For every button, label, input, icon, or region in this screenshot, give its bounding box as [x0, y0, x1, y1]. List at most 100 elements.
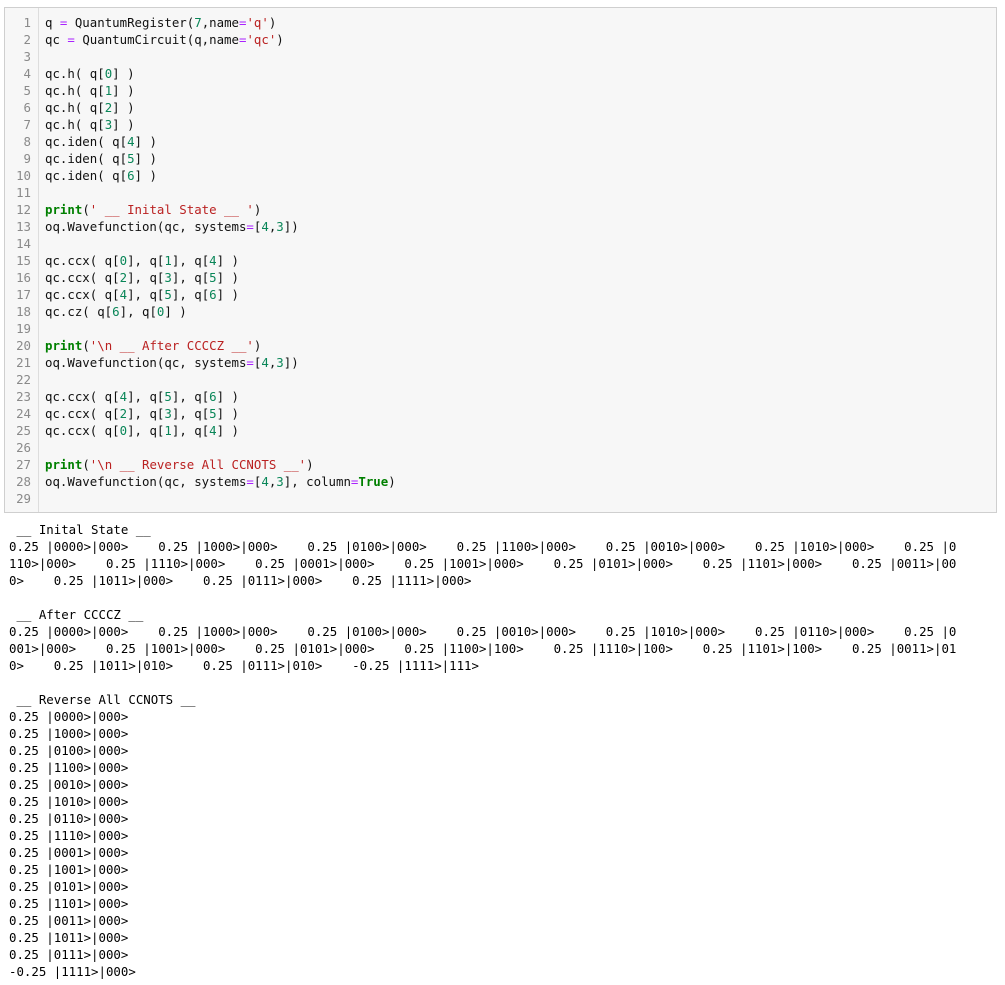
code-token: qc.h( q[	[45, 117, 105, 132]
code-token: )	[388, 474, 396, 489]
code-line[interactable]: 24 qc.ccx( q[2], q[3], q[5] )	[5, 405, 996, 422]
code-line[interactable]: 6 qc.h( q[2] )	[5, 99, 996, 116]
line-number: 15	[16, 253, 31, 268]
code-line[interactable]: 25 qc.ccx( q[0], q[1], q[4] )	[5, 422, 996, 439]
code-token: 3	[276, 474, 284, 489]
output-line: 0> 0.25 |1011>|010> 0.25 |0111>|010> -0.…	[9, 658, 479, 673]
code-token: qc.h( q[	[45, 83, 105, 98]
code-token: ], q[	[171, 253, 210, 268]
line-number: 6	[23, 100, 31, 115]
line-number: 13	[16, 219, 31, 234]
code-line[interactable]: 1 q = QuantumRegister(7,name='q')	[5, 14, 996, 31]
code-editor[interactable]: 1q = QuantumRegister(7,name='q') 2 qc = Qu…	[5, 14, 996, 507]
code-token: qc.iden( q[	[45, 151, 128, 166]
line-number: 11	[16, 185, 31, 200]
line-number: 10	[16, 168, 31, 183]
code-token: ], q[	[127, 389, 165, 404]
code-line[interactable]: 10 qc.iden( q[6] )	[5, 167, 996, 184]
code-line[interactable]: 11	[5, 184, 996, 201]
code-line[interactable]: 22	[5, 371, 996, 388]
code-token: 4	[127, 134, 135, 149]
code-token: ], q[	[171, 270, 210, 285]
line-number: 3	[23, 49, 31, 64]
code-token: 6	[209, 287, 217, 302]
code-line[interactable]: 15 qc.ccx( q[0], q[1], q[4] )	[5, 252, 996, 269]
code-token: ] )	[216, 389, 240, 404]
line-number: 19	[16, 321, 31, 336]
line-number: 17	[16, 287, 31, 302]
code-line[interactable]: 3	[5, 48, 996, 65]
code-token: ] )	[112, 100, 135, 115]
code-line[interactable]: 5 qc.h( q[1] )	[5, 82, 996, 99]
code-line[interactable]: 20 print('\n __ After CCCCZ __')	[5, 337, 996, 354]
code-token: ] )	[216, 406, 240, 421]
code-text: qc.h( q[0] )	[45, 65, 135, 82]
code-token: ] )	[164, 304, 187, 319]
code-line[interactable]: 8 qc.iden( q[4] )	[5, 133, 996, 150]
code-line[interactable]: 17 qc.ccx( q[4], q[5], q[6] )	[5, 286, 996, 303]
code-line[interactable]: 7 qc.h( q[3] )	[5, 116, 996, 133]
code-token: (	[82, 338, 90, 353]
code-token: 'qc'	[246, 32, 277, 47]
code-token: )	[268, 15, 277, 30]
code-line[interactable]: 4 qc.h( q[0] )	[5, 65, 996, 82]
code-token: '\n __ After CCCCZ __'	[89, 338, 254, 353]
code-text: qc.h( q[1] )	[45, 82, 135, 99]
code-line[interactable]: 29	[5, 490, 996, 507]
code-line[interactable]: 23 qc.ccx( q[4], q[5], q[6] )	[5, 388, 996, 405]
output-line: 0.25 |1110>|000>	[9, 828, 129, 843]
code-token: ] )	[216, 253, 240, 268]
code-line[interactable]: 9 qc.iden( q[5] )	[5, 150, 996, 167]
code-token: qc.iden( q[	[45, 134, 128, 149]
code-token: 5	[164, 287, 172, 302]
code-token: 4	[209, 253, 217, 268]
output-line: 0.25 |1011>|000>	[9, 930, 129, 945]
code-line[interactable]: 13 oq.Wavefunction(qc, systems=[4,3])	[5, 218, 996, 235]
line-number: 29	[16, 491, 31, 506]
line-number: 24	[16, 406, 31, 421]
code-line[interactable]: 21 oq.Wavefunction(qc, systems=[4,3])	[5, 354, 996, 371]
line-number: 18	[16, 304, 31, 319]
code-token: print	[45, 457, 83, 472]
code-token: )	[276, 32, 284, 47]
code-token: qc.ccx( q[	[45, 389, 120, 404]
code-token: ], q[	[171, 287, 210, 302]
code-token: 6	[127, 168, 135, 183]
code-token: print	[45, 338, 83, 353]
code-token: ], q[	[171, 389, 210, 404]
code-line[interactable]: 14	[5, 235, 996, 252]
code-text: qc.iden( q[4] )	[45, 133, 157, 150]
code-line[interactable]: 19	[5, 320, 996, 337]
code-cell-input[interactable]: 1q = QuantumRegister(7,name='q') 2 qc = Qu…	[4, 7, 997, 513]
code-token: qc.ccx( q[	[45, 423, 120, 438]
line-number: 5	[23, 83, 31, 98]
line-number: 16	[16, 270, 31, 285]
code-line[interactable]: 27 print('\n __ Reverse All CCNOTS __')	[5, 456, 996, 473]
output-line: 0.25 |1000>|000>	[9, 726, 129, 741]
code-text: oq.Wavefunction(qc, systems=[4,3])	[45, 218, 299, 235]
code-text: qc.iden( q[5] )	[45, 150, 157, 167]
line-number: 23	[16, 389, 31, 404]
code-line[interactable]: 12 print(' __ Inital State __ ')	[5, 201, 996, 218]
output-line: 0.25 |1001>|000>	[9, 862, 129, 877]
code-token: ], q[	[127, 406, 165, 421]
code-text: qc = QuantumCircuit(q,name='qc')	[45, 31, 284, 48]
code-token: 'q'	[246, 15, 269, 30]
code-token: =	[246, 474, 254, 489]
code-line[interactable]: 26	[5, 439, 996, 456]
code-token: qc.h( q[	[45, 66, 105, 81]
code-token: 0	[119, 423, 128, 438]
code-token: 3	[164, 270, 172, 285]
code-token: ], q[	[127, 423, 165, 438]
line-number: 26	[16, 440, 31, 455]
code-line[interactable]: 18 qc.cz( q[6], q[0] )	[5, 303, 996, 320]
code-token: 6	[112, 304, 120, 319]
output-line: 0.25 |0000>|000> 0.25 |1000>|000> 0.25 |…	[9, 539, 957, 554]
output-line: 001>|000> 0.25 |1001>|000> 0.25 |0101>|0…	[9, 641, 957, 656]
code-line[interactable]: 28 oq.Wavefunction(qc, systems=[4,3], col…	[5, 473, 996, 490]
code-line[interactable]: 2 qc = QuantumCircuit(q,name='qc')	[5, 31, 996, 48]
code-line[interactable]: 16 qc.ccx( q[2], q[3], q[5] )	[5, 269, 996, 286]
code-token: 3	[276, 219, 284, 234]
output-line: 110>|000> 0.25 |1110>|000> 0.25 |0001>|0…	[9, 556, 957, 571]
